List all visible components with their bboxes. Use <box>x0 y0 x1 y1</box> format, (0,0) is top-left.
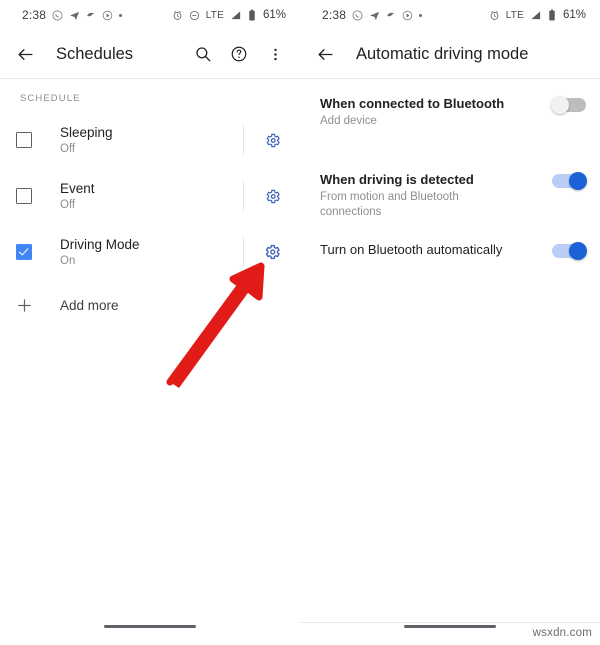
setting-subtitle: From motion and Bluetooth connections <box>320 191 459 218</box>
help-icon[interactable] <box>228 43 250 65</box>
app-bar-actions <box>192 43 290 65</box>
circle-play-icon <box>402 10 413 21</box>
network-type-label: LTE <box>505 9 524 21</box>
add-more-row[interactable]: Add more <box>0 280 300 330</box>
status-bar-right: 2:38 LTE 61% <box>300 0 600 30</box>
setting-title: When driving is detected <box>320 172 474 187</box>
signal-bars-icon <box>530 10 542 21</box>
schedule-status: Off <box>60 198 76 211</box>
do-not-disturb-icon <box>189 10 200 21</box>
bluetooth-connected-toggle[interactable] <box>551 96 586 114</box>
whatsapp-icon <box>352 10 363 21</box>
gesture-pill <box>404 625 496 628</box>
setting-text: Turn on Bluetooth automatically <box>320 241 552 258</box>
schedule-row-sleeping[interactable]: Sleeping Off <box>0 112 300 168</box>
alarm-icon <box>172 10 183 21</box>
dot-icon <box>119 13 123 17</box>
network-type-label: LTE <box>205 9 224 21</box>
setting-row-when-driving-is-detected[interactable]: When driving is detected From motion and… <box>300 171 600 223</box>
dual-screenshot-container: 2:38 LTE 61% Schedules SCHEDULE Sleeping… <box>0 0 600 645</box>
right-phone-screen: 2:38 LTE 61% Automatic driving mode When… <box>300 0 600 645</box>
setting-title: Turn on Bluetooth automatically <box>320 242 503 257</box>
schedule-settings-gear[interactable] <box>244 132 300 149</box>
status-bar-left-group: 2:38 <box>322 8 423 22</box>
schedule-row-actions <box>243 168 300 224</box>
battery-icon <box>248 9 256 21</box>
setting-row-when-connected-to-bluetooth[interactable]: When connected to Bluetooth Add device <box>300 95 600 147</box>
schedule-checkbox[interactable] <box>16 244 32 260</box>
toggle-knob <box>551 96 569 114</box>
schedule-text: Sleeping Off <box>60 124 113 157</box>
overflow-menu-icon[interactable] <box>264 43 286 65</box>
back-arrow-icon[interactable] <box>14 43 36 65</box>
circle-play-icon <box>102 10 113 21</box>
watermark-label: wsxdn.com <box>532 627 592 639</box>
gesture-nav-bar-left[interactable] <box>0 625 300 628</box>
setting-text: When connected to Bluetooth Add device <box>320 95 552 129</box>
search-icon[interactable] <box>192 43 214 65</box>
setting-subtitle: Add device <box>320 115 377 127</box>
bluetooth-auto-toggle[interactable] <box>552 242 587 260</box>
add-more-label: Add more <box>60 297 119 313</box>
app-bar-automatic-driving-mode: Automatic driving mode <box>300 30 600 78</box>
schedule-checkbox[interactable] <box>16 188 32 204</box>
setting-text: When driving is detected From motion and… <box>320 171 552 220</box>
schedule-text: Event Off <box>60 180 95 213</box>
gesture-pill <box>104 625 196 628</box>
schedule-title: Sleeping <box>60 124 113 140</box>
page-title: Automatic driving mode <box>356 44 529 63</box>
app-bar-divider <box>300 78 600 79</box>
plus-icon <box>14 295 34 315</box>
watermark-divider <box>300 622 600 623</box>
battery-percent-label: 61% <box>262 9 286 21</box>
alarm-icon <box>489 10 500 21</box>
status-bar-right-group: LTE 61% <box>489 9 586 21</box>
status-bar-right-group: LTE 61% <box>172 9 286 21</box>
battery-icon <box>548 9 556 21</box>
toggle-knob <box>569 242 587 260</box>
status-time: 2:38 <box>22 8 47 22</box>
schedule-status: On <box>60 254 76 267</box>
setting-row-turn-on-bluetooth-automatically[interactable]: Turn on Bluetooth automatically <box>300 241 600 293</box>
page-title: Schedules <box>56 44 134 63</box>
left-phone-screen: 2:38 LTE 61% Schedules SCHEDULE Sleeping… <box>0 0 300 645</box>
schedule-row-driving-mode[interactable]: Driving Mode On <box>0 224 300 280</box>
telegram-icon <box>369 10 380 21</box>
signal-bars-icon <box>230 10 242 21</box>
driving-detected-toggle[interactable] <box>552 172 587 190</box>
toggle-knob <box>569 172 587 190</box>
whatsapp-icon <box>52 10 63 21</box>
app-icon <box>86 10 96 20</box>
status-time: 2:38 <box>322 8 347 22</box>
schedule-status: Off <box>60 142 76 155</box>
section-header-schedule: SCHEDULE <box>20 93 81 104</box>
setting-title: When connected to Bluetooth <box>320 96 505 111</box>
schedule-title: Driving Mode <box>60 236 140 252</box>
schedule-text: Driving Mode On <box>60 236 140 269</box>
schedule-row-event[interactable]: Event Off <box>0 168 300 224</box>
driving-mode-settings-gear[interactable] <box>244 243 300 261</box>
status-bar-left-group: 2:38 <box>22 8 123 22</box>
status-bar-left: 2:38 LTE 61% <box>0 0 300 30</box>
schedule-checkbox[interactable] <box>16 132 32 148</box>
schedule-settings-gear[interactable] <box>244 188 300 205</box>
dot-icon <box>419 13 423 17</box>
schedule-row-actions <box>243 224 300 280</box>
telegram-icon <box>69 10 80 21</box>
schedule-title: Event <box>60 180 95 196</box>
app-bar-schedules: Schedules <box>0 30 300 78</box>
back-arrow-icon[interactable] <box>314 43 336 65</box>
battery-percent-label: 61% <box>562 9 586 21</box>
schedule-row-actions <box>243 112 300 168</box>
app-icon <box>386 10 396 20</box>
